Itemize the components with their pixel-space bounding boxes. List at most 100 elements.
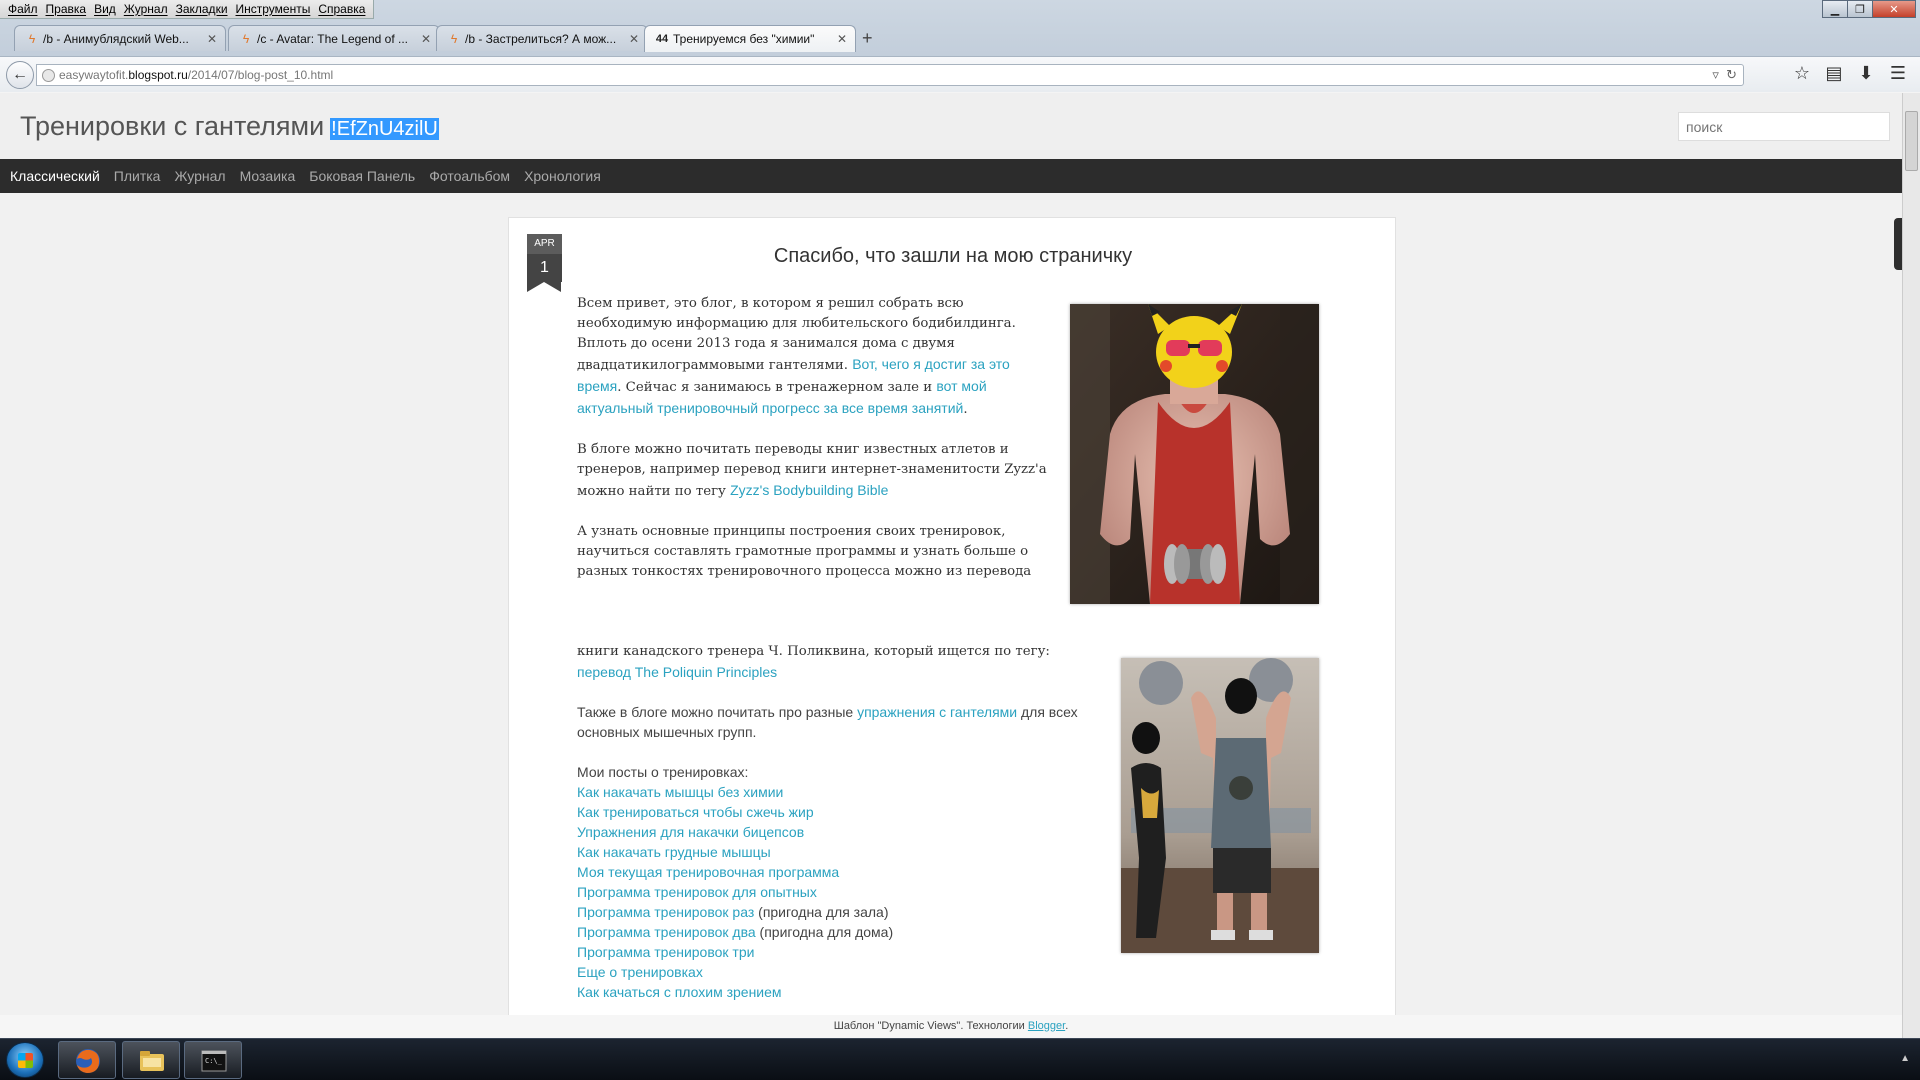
page-scrollbar[interactable] (1902, 93, 1920, 1038)
taskbar-explorer[interactable] (122, 1041, 180, 1079)
view-classic[interactable]: Классический (10, 168, 100, 184)
view-mosaic[interactable]: Мозаика (240, 168, 296, 184)
menu-history[interactable]: Журнал (120, 0, 172, 19)
tab-title: /c - Avatar: The Legend of ... (257, 31, 408, 46)
download-icon[interactable]: ⬇ (1850, 63, 1882, 84)
taskbar-firefox[interactable] (58, 1041, 116, 1079)
maximize-button[interactable]: ❐ (1847, 0, 1873, 18)
list-item: Еще о тренировках (577, 962, 1105, 982)
console-icon: C:\_ (201, 1050, 227, 1072)
text: А узнать основные принципы построения св… (577, 524, 1032, 579)
selected-text: !EfZnU4zilU (330, 118, 439, 140)
view-sidebar[interactable]: Боковая Панель (309, 168, 415, 184)
blogger-link[interactable]: Blogger (1028, 1020, 1065, 1032)
windows-taskbar: C:\_ ▲ (0, 1038, 1920, 1080)
post-body-continued: книги канадского тренера Ч. Поликвина, к… (577, 642, 1105, 704)
training-post-link[interactable]: Программа тренировок для опытных (577, 884, 817, 900)
tab-1[interactable]: ϟ /b - Анимублядский Web... ✕ (14, 25, 226, 51)
photo-bodybuilder[interactable] (1070, 304, 1319, 604)
bookmarks-list-icon[interactable]: ▤ (1818, 63, 1850, 84)
tab-strip: ϟ /b - Анимублядский Web... ✕ ϟ /c - Ava… (0, 22, 1920, 52)
view-flipcard[interactable]: Плитка (114, 168, 161, 184)
taskbar-console[interactable]: C:\_ (184, 1041, 242, 1079)
url-icons: ▿ ↻ (1712, 67, 1737, 83)
dumbbell-exercises-link[interactable]: упражнения с гантелями (857, 704, 1017, 720)
scrollbar-thumb[interactable] (1905, 111, 1918, 171)
tab-close-icon[interactable]: ✕ (629, 32, 639, 46)
zyzz-tag-link[interactable]: Zyzz's Bodybuilding Bible (730, 482, 888, 498)
tab-3[interactable]: ϟ /b - Застрелиться? А мож... ✕ (436, 25, 648, 51)
link-suffix: (пригодна для зала) (754, 904, 889, 920)
menu-view[interactable]: Вид (90, 0, 120, 19)
training-posts-list: Как накачать мышцы без химии Как трениров… (577, 782, 1105, 1002)
tab-title: /b - Застрелиться? А мож... (465, 31, 617, 46)
training-post-link[interactable]: Еще о тренировках (577, 964, 703, 980)
browser-chrome: Файл Правка Вид Журнал Закладки Инструме… (0, 0, 1920, 92)
menu-edit[interactable]: Правка (42, 0, 91, 19)
footer-end: . (1065, 1020, 1069, 1032)
post-body-sans: Также в блоге можно почитать про разные … (577, 702, 1105, 1002)
tab-close-icon[interactable]: ✕ (837, 32, 847, 46)
close-window-button[interactable]: ✕ (1872, 0, 1916, 18)
paragraph-4: книги канадского тренера Ч. Поликвина, к… (577, 642, 1105, 684)
flame-icon: ϟ (242, 32, 250, 46)
post-title[interactable]: Спасибо, что зашли на мою страничку (509, 245, 1397, 268)
start-button[interactable] (6, 1042, 44, 1078)
menu-bookmarks[interactable]: Закладки (172, 0, 232, 19)
reload-icon[interactable]: ↻ (1726, 67, 1737, 82)
tab-title: Тренируемся без "химии" (673, 32, 815, 46)
training-post-link[interactable]: Упражнения для накачки бицепсов (577, 824, 804, 840)
post-intro: Всем привет, это блог, в котором я решил… (577, 294, 1053, 602)
navigation-bar: ← easywaytofit.blogspot.ru/2014/07/blog-… (0, 56, 1920, 92)
svg-text:C:\_: C:\_ (205, 1057, 223, 1065)
blog-title[interactable]: Тренировки с гантелями !EfZnU4zilU (20, 111, 439, 142)
view-magazine[interactable]: Журнал (174, 168, 225, 184)
training-post-link[interactable]: Программа тренировок раз (577, 904, 754, 920)
minimize-button[interactable]: ▁ (1822, 0, 1848, 18)
list-item: Программа тренировок для опытных (577, 882, 1105, 902)
menu-tools[interactable]: Инструменты (232, 0, 315, 19)
window-controls: ▁ ❐ ✕ (1822, 0, 1916, 18)
tray-arrow-icon[interactable]: ▲ (1900, 1053, 1910, 1064)
training-post-link[interactable]: Как качаться с плохим зрением (577, 984, 782, 1000)
poliquin-tag-link[interactable]: перевод The Poliquin Principles (577, 664, 777, 680)
training-post-link[interactable]: Программа тренировок три (577, 944, 754, 960)
tab-close-icon[interactable]: ✕ (421, 32, 431, 46)
new-tab-button[interactable]: + (862, 28, 873, 49)
list-item: Как тренироваться чтобы сжечь жир (577, 802, 1105, 822)
gym-pose-image (1121, 658, 1319, 953)
menu-file[interactable]: Файл (4, 0, 42, 19)
paragraph-5: Также в блоге можно почитать про разные … (577, 702, 1105, 742)
tab-4-active[interactable]: 44 Тренируемся без "химии" ✕ (644, 25, 856, 52)
posts-header: Мои посты о тренировках: (577, 764, 749, 780)
tab-2[interactable]: ϟ /c - Avatar: The Legend of ... ✕ (228, 25, 440, 51)
paragraph-3: А узнать основные принципы построения св… (577, 522, 1053, 582)
photo-gym-pose[interactable] (1121, 658, 1319, 953)
view-snapshot[interactable]: Фотоальбом (429, 168, 510, 184)
training-post-link[interactable]: Как накачать мышцы без химии (577, 784, 783, 800)
bookmark-star-icon[interactable]: ☆ (1786, 63, 1818, 84)
training-post-link[interactable]: Моя текущая тренировочная программа (577, 864, 839, 880)
blog-title-text: Тренировки с гантелями (20, 111, 325, 141)
tab-close-icon[interactable]: ✕ (207, 32, 217, 46)
bodybuilder-image (1070, 304, 1319, 604)
training-post-link[interactable]: Как тренироваться чтобы сжечь жир (577, 804, 814, 820)
blog-header: Тренировки с гантелями !EfZnU4zilU (0, 93, 1902, 159)
footer-text: Шаблон "Dynamic Views". Технологии (833, 1020, 1028, 1032)
search-input[interactable] (1678, 112, 1890, 141)
address-bar[interactable]: easywaytofit.blogspot.ru/2014/07/blog-po… (36, 64, 1744, 86)
list-item: Как накачать мышцы без химии (577, 782, 1105, 802)
folder-icon (140, 1051, 164, 1071)
dropdown-icon[interactable]: ▿ (1712, 67, 1719, 82)
sidebar-handle[interactable] (1894, 218, 1902, 270)
view-timeslide[interactable]: Хронология (524, 168, 601, 184)
training-post-link[interactable]: Как накачать грудные мышцы (577, 844, 771, 860)
menu-icon[interactable]: ☰ (1882, 63, 1914, 84)
training-post-link[interactable]: Программа тренировок два (577, 924, 756, 940)
toolbar-icons: ☆ ▤ ⬇ ☰ (1786, 63, 1914, 84)
link-suffix: (пригодна для дома) (755, 924, 894, 940)
menu-help[interactable]: Справка (314, 0, 369, 19)
date-badge-ribbon (527, 282, 561, 292)
back-button[interactable]: ← (6, 61, 34, 89)
list-item: Программа тренировок раз (пригодна для з… (577, 902, 1105, 922)
